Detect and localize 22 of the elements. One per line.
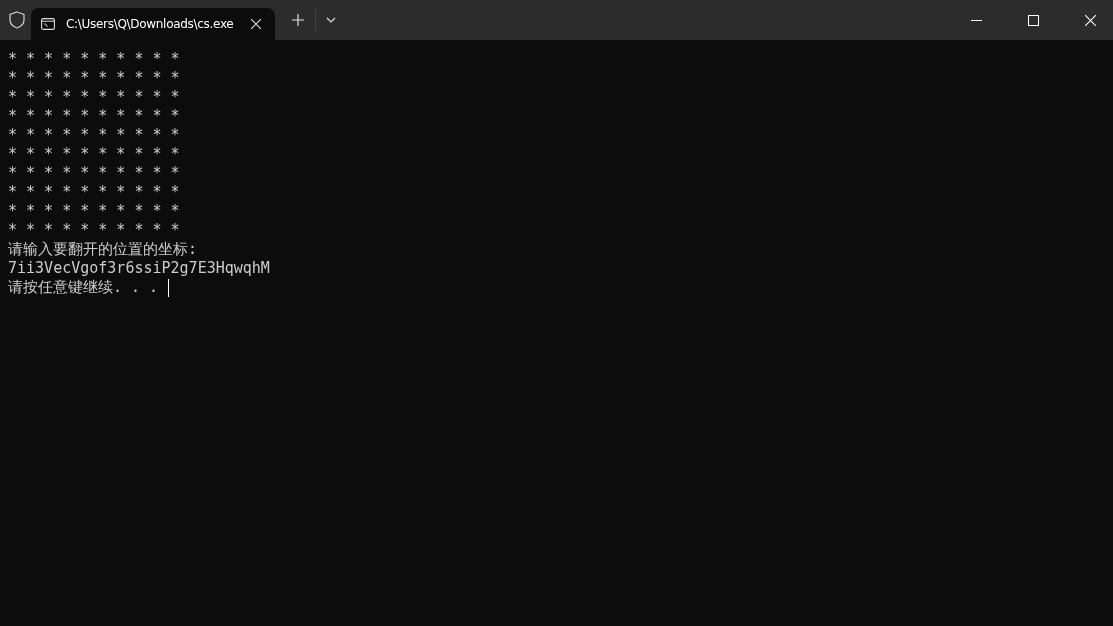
output-line: * * * * * * * * * * (8, 69, 180, 88)
output-line: * * * * * * * * * * (8, 126, 180, 145)
output-line: 7ii3VecVgof3r6ssiP2g7E3HqwqhM (8, 259, 270, 278)
maximize-icon[interactable] (1028, 14, 1039, 26)
shield-icon[interactable] (9, 11, 25, 29)
output-line: * * * * * * * * * * (8, 202, 180, 221)
output-line: * * * * * * * * * * (8, 221, 180, 240)
output-line: * * * * * * * * * * (8, 183, 180, 202)
output-line: * * * * * * * * * * (8, 50, 180, 69)
tab-title: C:\Users\Q\Downloads\cs.exe (66, 17, 234, 31)
output-line: * * * * * * * * * * (8, 145, 180, 164)
new-tab-icon[interactable] (292, 14, 305, 26)
minimize-icon[interactable] (971, 19, 982, 21)
terminal-tab[interactable]: C:\Users\Q\Downloads\cs.exe (31, 8, 276, 40)
output-line: * * * * * * * * * * (8, 88, 180, 107)
chevron-down-icon[interactable] (326, 17, 337, 23)
output-line: * * * * * * * * * * (8, 164, 180, 183)
console-icon (41, 18, 55, 30)
output-line: * * * * * * * * * * (8, 107, 180, 126)
output-line: 请按任意键继续. . . (8, 278, 159, 297)
close-icon[interactable] (251, 19, 262, 29)
output-line: 请输入要翻开的位置的坐标: (8, 240, 198, 259)
